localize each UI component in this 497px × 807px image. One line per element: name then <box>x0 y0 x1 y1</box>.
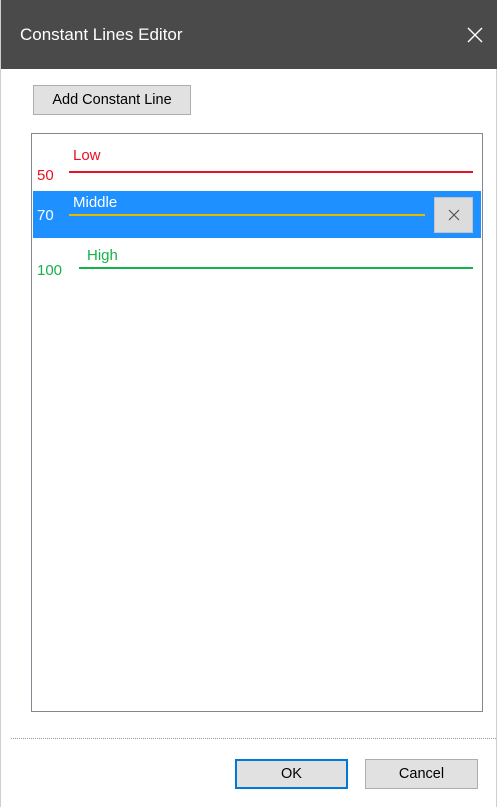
constant-line-item-low[interactable]: 50 Low <box>33 145 481 185</box>
constant-line-label: Low <box>73 147 101 164</box>
close-icon <box>467 27 483 42</box>
constant-line-item-high[interactable]: 100 High <box>33 244 481 286</box>
title-bar: Constant Lines Editor <box>1 0 497 69</box>
remove-constant-line-button[interactable] <box>434 197 473 233</box>
constant-line-rule <box>69 171 473 173</box>
constant-line-label: High <box>87 247 118 264</box>
constant-line-item-middle[interactable]: 70 Middle <box>33 191 481 238</box>
constant-line-rule <box>69 214 425 216</box>
constant-line-label: Middle <box>73 194 118 211</box>
constant-line-value: 50 <box>37 167 54 184</box>
footer-divider <box>11 738 497 739</box>
constant-line-value: 100 <box>37 262 63 279</box>
constant-lines-list[interactable]: 50 Low 70 Middle 100 High <box>31 133 483 712</box>
window-title: Constant Lines Editor <box>20 25 183 44</box>
close-icon <box>448 209 459 221</box>
constant-lines-editor-dialog: Constant Lines Editor Add Constant Line … <box>0 0 497 807</box>
cancel-button[interactable]: Cancel <box>365 759 478 789</box>
constant-line-value: 70 <box>37 207 54 224</box>
close-window-button[interactable] <box>452 0 497 69</box>
ok-button[interactable]: OK <box>235 759 348 789</box>
constant-line-rule <box>79 267 473 269</box>
add-constant-line-button[interactable]: Add Constant Line <box>33 85 191 115</box>
